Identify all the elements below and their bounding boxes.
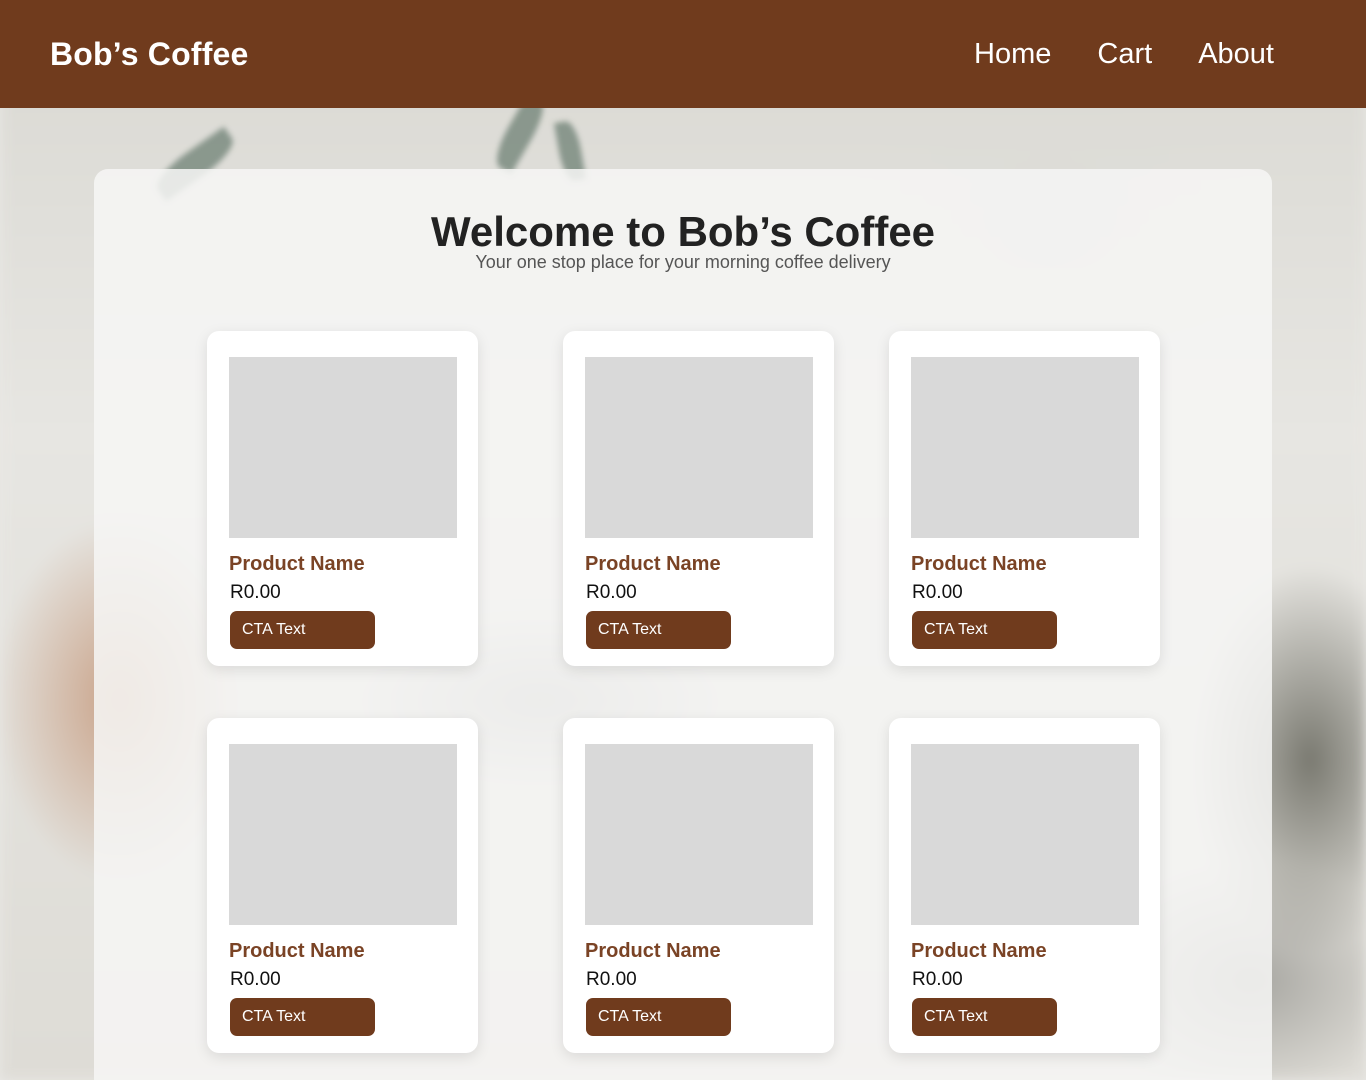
product-price: R0.00 xyxy=(912,582,963,603)
product-name[interactable]: Product Name xyxy=(229,940,365,963)
product-card: Product Name R0.00 CTA Text xyxy=(207,331,478,666)
product-price: R0.00 xyxy=(912,969,963,990)
product-cta-button[interactable]: CTA Text xyxy=(230,998,375,1036)
product-image-placeholder[interactable] xyxy=(911,357,1139,538)
product-name[interactable]: Product Name xyxy=(585,553,721,576)
product-cta-button[interactable]: CTA Text xyxy=(912,611,1057,649)
main-nav: Home Cart About xyxy=(974,38,1274,71)
product-cta-button[interactable]: CTA Text xyxy=(586,611,731,649)
product-name[interactable]: Product Name xyxy=(911,940,1047,963)
product-name[interactable]: Product Name xyxy=(585,940,721,963)
product-image-placeholder[interactable] xyxy=(585,357,813,538)
product-price: R0.00 xyxy=(586,969,637,990)
product-price: R0.00 xyxy=(230,969,281,990)
site-header: Bob’s Coffee Home Cart About xyxy=(0,0,1366,108)
product-card: Product Name R0.00 CTA Text xyxy=(563,718,834,1053)
product-image-placeholder[interactable] xyxy=(229,357,457,538)
product-cta-button[interactable]: CTA Text xyxy=(912,998,1057,1036)
nav-home-link[interactable]: Home xyxy=(974,38,1051,71)
product-price: R0.00 xyxy=(230,582,281,603)
product-name[interactable]: Product Name xyxy=(911,553,1047,576)
page-title: Welcome to Bob’s Coffee xyxy=(430,208,936,255)
product-card: Product Name R0.00 CTA Text xyxy=(889,331,1160,666)
nav-cart-link[interactable]: Cart xyxy=(1097,38,1152,71)
page-subtitle: Your one stop place for your morning cof… xyxy=(475,252,891,272)
product-cta-button[interactable]: CTA Text xyxy=(586,998,731,1036)
nav-about-link[interactable]: About xyxy=(1198,38,1274,71)
product-image-placeholder[interactable] xyxy=(229,744,457,925)
product-price: R0.00 xyxy=(586,582,637,603)
product-image-placeholder[interactable] xyxy=(911,744,1139,925)
brand-logo[interactable]: Bob’s Coffee xyxy=(50,36,249,73)
product-card: Product Name R0.00 CTA Text xyxy=(889,718,1160,1053)
product-cta-button[interactable]: CTA Text xyxy=(230,611,375,649)
product-card: Product Name R0.00 CTA Text xyxy=(563,331,834,666)
product-card: Product Name R0.00 CTA Text xyxy=(207,718,478,1053)
product-name[interactable]: Product Name xyxy=(229,553,365,576)
product-image-placeholder[interactable] xyxy=(585,744,813,925)
